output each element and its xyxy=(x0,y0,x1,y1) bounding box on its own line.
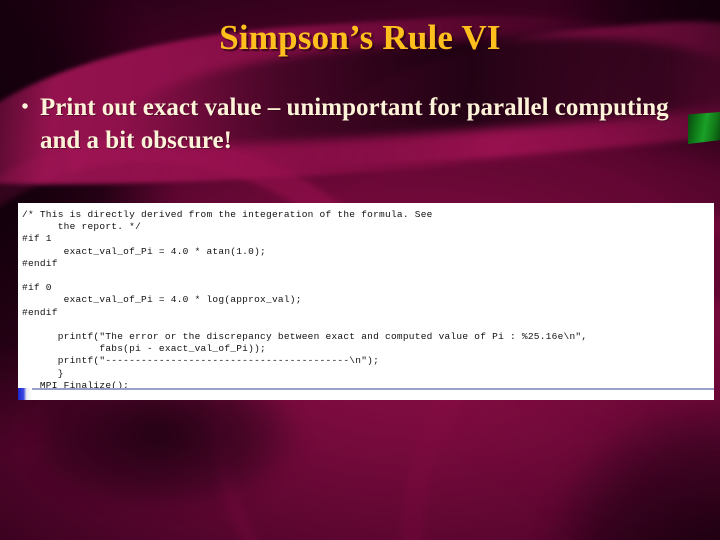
bullet-item-text: Print out exact value – unimportant for … xyxy=(40,94,669,154)
bullet-list-item: • Print out exact value – unimportant fo… xyxy=(10,92,700,157)
bullet-point-icon: • xyxy=(21,96,29,118)
panel-scrollbar-artifact xyxy=(18,388,32,400)
code-listing-text: /* This is directly derived from the int… xyxy=(22,209,588,400)
slide-title: Simpson’s Rule VI xyxy=(219,18,501,57)
presentation-slide: Simpson’s Rule VI • Print out exact valu… xyxy=(0,0,720,540)
slide-body: • Print out exact value – unimportant fo… xyxy=(10,92,700,157)
code-listing-panel: /* This is directly derived from the int… xyxy=(18,203,714,400)
panel-edge-line xyxy=(32,388,714,390)
